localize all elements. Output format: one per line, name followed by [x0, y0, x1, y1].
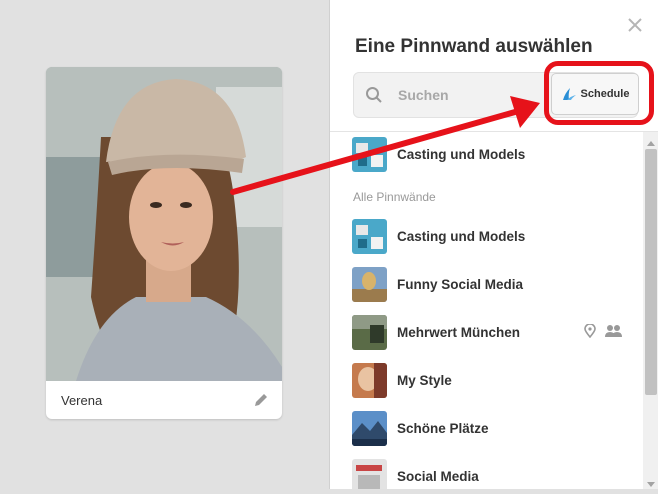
board-row[interactable]: Casting und Models — [352, 219, 632, 255]
scroll-up-icon[interactable] — [647, 134, 655, 146]
scroll-down-icon[interactable] — [647, 476, 655, 487]
board-row[interactable]: Mehrwert München — [352, 315, 632, 351]
search-icon — [365, 86, 383, 104]
board-picker-panel: Eine Pinnwand auswählen Schedule Casting… — [329, 0, 658, 489]
scrollbar[interactable] — [643, 132, 658, 489]
group-icon — [604, 324, 622, 343]
schedule-logo-icon — [561, 87, 577, 101]
board-name: Casting und Models — [397, 147, 526, 162]
board-name: Mehrwert München — [397, 325, 521, 340]
pencil-icon[interactable] — [251, 390, 271, 410]
search-input[interactable] — [398, 86, 538, 104]
pin-caption: Verena — [61, 393, 103, 408]
pin-card: Verena — [46, 67, 282, 419]
schedule-button-label: Schedule — [580, 88, 630, 100]
section-label: Alle Pinnwände — [353, 190, 436, 204]
board-thumbnail — [352, 411, 387, 446]
board-row[interactable]: Schöne Plätze — [352, 411, 632, 447]
board-thumbnail — [352, 267, 387, 302]
board-row-icons — [584, 323, 622, 343]
board-name: My Style — [397, 373, 452, 388]
board-thumbnail — [352, 459, 387, 489]
board-name: Social Media — [397, 469, 479, 484]
board-list: Casting und Models Alle Pinnwände Castin… — [330, 132, 642, 489]
map-pin-icon — [584, 323, 596, 343]
board-name: Funny Social Media — [397, 277, 524, 292]
close-icon[interactable] — [626, 16, 644, 34]
panel-title: Eine Pinnwand auswählen — [355, 36, 593, 57]
board-row[interactable]: My Style — [352, 363, 632, 399]
board-row-recent[interactable]: Casting und Models — [352, 137, 632, 173]
board-name: Casting und Models — [397, 229, 526, 244]
board-thumbnail — [352, 219, 387, 254]
board-name: Schöne Plätze — [397, 421, 489, 436]
scrollbar-thumb[interactable] — [645, 149, 657, 395]
board-row[interactable]: Funny Social Media — [352, 267, 632, 303]
board-thumbnail — [352, 315, 387, 350]
board-row[interactable]: Social Media — [352, 459, 632, 489]
pin-photo — [46, 67, 282, 381]
schedule-button[interactable]: Schedule — [551, 73, 639, 115]
board-thumbnail — [352, 363, 387, 398]
board-thumbnail — [352, 137, 387, 172]
